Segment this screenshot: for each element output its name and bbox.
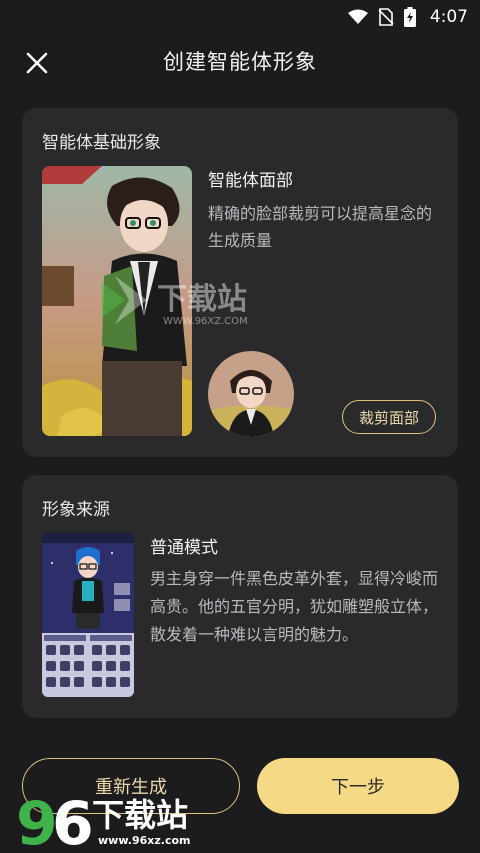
svg-text:6: 6 [52,789,92,850]
battery-charging-icon [403,7,416,27]
mode-description: 男主身穿一件黑色皮革外套，显得冷峻而高贵。他的五官分明，犹如雕塑般立体，散发着一… [150,569,439,644]
watermark-bottom-url: www.96xz.com [98,834,191,847]
title-bar: 创建智能体形象 [0,38,480,84]
wifi-icon [347,9,368,25]
image-source-card: 形象来源 普通模式 男主身穿一件黑色皮革外套，显得冷峻而高贵。他的五官分明，犹如… [22,475,458,718]
watermark-center-url: WWW.96XZ.COM [163,316,248,327]
source-thumbnail[interactable] [42,533,134,697]
crop-face-button[interactable]: 裁剪面部 [342,400,436,434]
watermark-logo-icon [101,276,147,324]
page-title: 创建智能体形象 [163,50,317,74]
watermark-bottom: 9 6 下载站 www.96xz.com [14,788,204,850]
watermark-center: 下载站 WWW.96XZ.COM [95,272,270,332]
image-source-title: 形象来源 [42,500,110,520]
face-avatar[interactable] [208,351,294,437]
status-bar: 4:07 [0,0,480,34]
watermark-center-text: 下载站 [157,282,247,317]
face-description: 精确的脸部裁剪可以提高星念的生成质量 [208,204,433,250]
no-sim-icon [378,8,394,26]
base-appearance-title: 智能体基础形象 [42,133,161,153]
watermark-96-logo-icon: 9 6 [16,789,92,850]
next-step-button[interactable]: 下一步 [257,758,459,814]
status-time: 4:07 [429,7,468,27]
face-label: 智能体面部 [208,171,293,191]
mode-label: 普通模式 [150,538,218,558]
watermark-bottom-text: 下载站 [92,796,189,834]
